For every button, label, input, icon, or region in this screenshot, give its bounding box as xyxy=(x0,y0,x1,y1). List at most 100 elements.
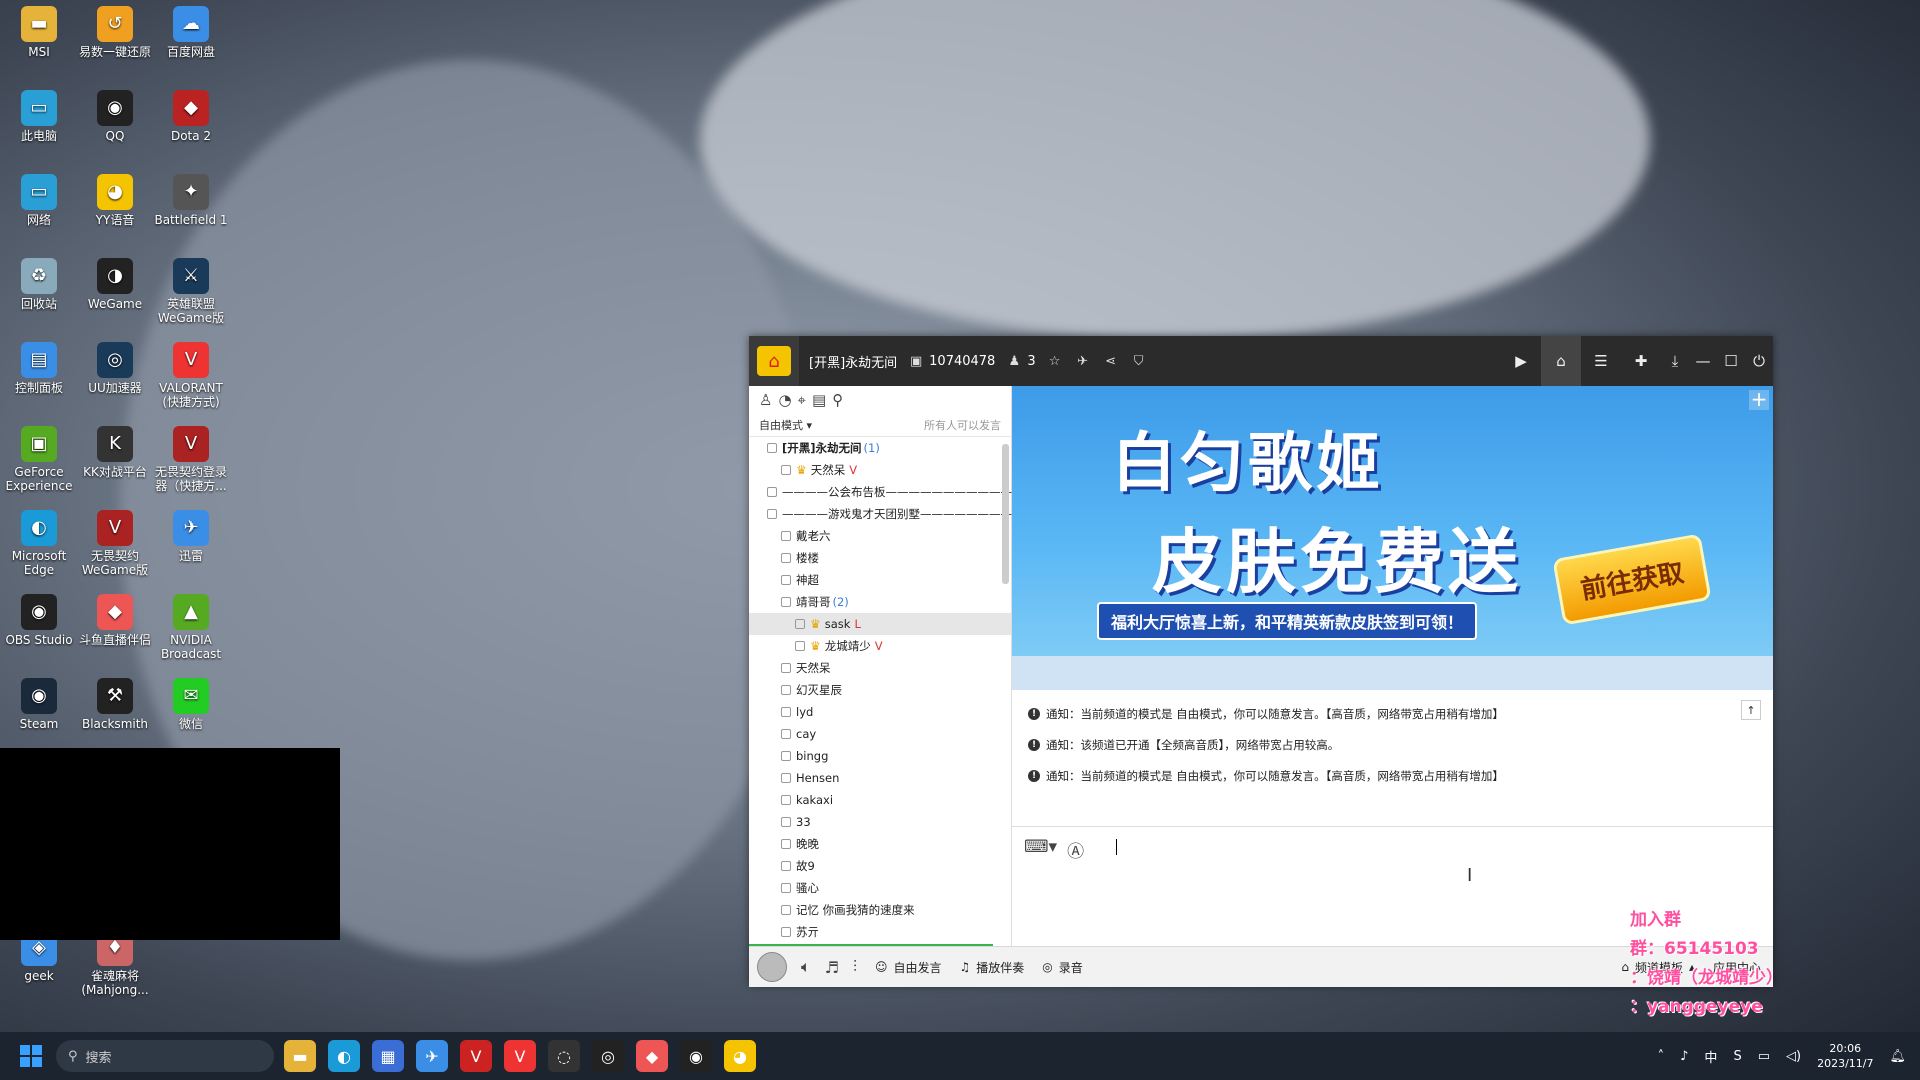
desktop-icon[interactable]: ⚔ 英雄联盟WeGame版 xyxy=(154,258,228,325)
desktop-icon[interactable]: ▬ MSI xyxy=(2,6,76,59)
search-icon[interactable]: ⚲ xyxy=(832,391,843,409)
video-icon[interactable]: ▶ xyxy=(1501,336,1541,386)
maximize-button[interactable]: ☐ xyxy=(1717,336,1745,386)
speaker-icon[interactable]: 🔈︎ xyxy=(801,957,811,977)
valorant-icon[interactable]: V xyxy=(460,1040,492,1072)
star-icon[interactable]: ☆ xyxy=(1046,352,1064,370)
tree-row[interactable]: ♛ 天然呆 V xyxy=(749,459,1011,481)
tree-row[interactable]: ♛ 龙城靖少 V xyxy=(749,635,1011,657)
notes-icon[interactable]: ▤ xyxy=(812,391,826,409)
desktop-icon[interactable]: K KK对战平台 xyxy=(78,426,152,479)
ime-indicator[interactable]: 中 xyxy=(1704,1047,1717,1066)
tree-row[interactable]: 33 xyxy=(749,811,1011,833)
desktop-icon[interactable]: ☁ 百度网盘 xyxy=(154,6,228,59)
mode-dropdown[interactable]: 自由模式 ▾ xyxy=(759,417,812,433)
desktop-icon[interactable]: ↺ 易数一键还原 xyxy=(78,6,152,59)
desktop-icon[interactable]: ▭ 此电脑 xyxy=(2,90,76,143)
avatar[interactable] xyxy=(757,952,787,982)
yy-icon[interactable]: ◕ xyxy=(724,1040,756,1072)
download-icon[interactable]: ⤓ xyxy=(1661,336,1689,386)
desktop-icon[interactable]: ◐ Microsoft Edge xyxy=(2,510,76,577)
mixer-icon[interactable]: ⫶ xyxy=(853,957,857,977)
app-circle-icon[interactable]: ◌ xyxy=(548,1040,580,1072)
minimize-button[interactable]: — xyxy=(1689,336,1717,386)
shield-icon[interactable]: ⛉ xyxy=(1130,352,1148,370)
desktop-icon[interactable]: ✦ Battlefield 1 xyxy=(154,174,228,227)
list-icon[interactable]: ☰ xyxy=(1581,336,1621,386)
qq-icon[interactable]: ◉ xyxy=(680,1040,712,1072)
desktop-icon[interactable]: ✉ 微信 xyxy=(154,678,228,731)
tree-row[interactable]: 楼楼 xyxy=(749,547,1011,569)
record-button[interactable]: ◎ 录音 xyxy=(1042,959,1083,976)
tree-row[interactable]: 苏亓 xyxy=(749,921,1011,943)
desktop-icon[interactable]: ◕ YY语音 xyxy=(78,174,152,227)
tree-row[interactable]: 晚晚 xyxy=(749,833,1011,855)
tree-row[interactable]: 戴老六 xyxy=(749,525,1011,547)
desktop-icon[interactable]: ♦ 雀魂麻将(Mahjong... xyxy=(78,930,152,997)
tree-row[interactable]: Hensen xyxy=(749,767,1011,789)
share-icon[interactable]: ⋖ xyxy=(1102,352,1120,370)
thunder-icon[interactable]: ✈ xyxy=(416,1040,448,1072)
location-icon[interactable]: ⌖ xyxy=(798,391,806,409)
file-explorer-icon[interactable]: ▬ xyxy=(284,1040,316,1072)
tree-row[interactable]: 天然呆 xyxy=(749,657,1011,679)
desktop-icon[interactable]: ♻ 回收站 xyxy=(2,258,76,311)
desktop-icon[interactable]: V VALORANT (快捷方式) xyxy=(154,342,228,409)
desktop-icon[interactable]: ▣ GeForce Experience xyxy=(2,426,76,493)
tree-row[interactable]: 骚心 xyxy=(749,877,1011,899)
mic-tray-icon[interactable]: ♪ xyxy=(1680,1049,1688,1064)
desktop-icon[interactable]: ⚒ Blacksmith xyxy=(78,678,152,731)
clock[interactable]: 20:06 2023/11/7 xyxy=(1817,1041,1873,1071)
tree-scrollbar[interactable] xyxy=(1002,444,1009,584)
notification-icon[interactable]: 🔔︎ xyxy=(1889,1049,1906,1064)
tree-row[interactable]: 幻灭星辰 xyxy=(749,679,1011,701)
tree-row[interactable]: 故9 xyxy=(749,855,1011,877)
emoji-gamepad-icon[interactable]: ⌨▾ xyxy=(1024,837,1057,862)
desktop-icon[interactable]: ◆ Dota 2 xyxy=(154,90,228,143)
desktop-icon[interactable]: ◆ 斗鱼直播伴侣 xyxy=(78,594,152,647)
channel-logo[interactable]: ⌂ xyxy=(749,336,799,386)
play-music-button[interactable]: ♫ 播放伴奏 xyxy=(960,959,1025,976)
mic-icon[interactable]: ♬ xyxy=(825,958,839,977)
chevron-up-icon[interactable]: ˄ xyxy=(1658,1049,1665,1064)
tree-row[interactable]: ♛ sask L xyxy=(749,613,1011,635)
taskbar-search[interactable]: ⚲ 搜索 xyxy=(56,1040,274,1072)
scroll-top-icon[interactable]: ↑ xyxy=(1741,700,1761,720)
desktop-icon[interactable]: ◉ QQ xyxy=(78,90,152,143)
tree-row[interactable]: ————公会布告板———————————— xyxy=(749,481,1024,503)
gamepad-icon[interactable]: ✚ xyxy=(1621,336,1661,386)
headset-icon[interactable]: ◔ xyxy=(778,391,791,409)
store-icon[interactable]: ▦ xyxy=(372,1040,404,1072)
douyu-icon[interactable]: ◆ xyxy=(636,1040,668,1072)
desktop-icon[interactable]: V 无畏契约WeGame版 xyxy=(78,510,152,577)
tree-row[interactable]: ————游戏鬼才天团别墅—————————(2) xyxy=(749,503,1042,525)
volume-icon[interactable]: ◁) xyxy=(1786,1049,1801,1064)
plus-icon[interactable]: + xyxy=(1749,389,1769,410)
sogou-icon[interactable]: S xyxy=(1733,1049,1741,1064)
desktop-icon[interactable]: ✈ 迅雷 xyxy=(154,510,228,563)
edge-icon[interactable]: ◐ xyxy=(328,1040,360,1072)
banner-cta-button[interactable]: 前往获取 xyxy=(1552,533,1712,626)
tree-row[interactable]: 记忆 你画我猜的速度来 xyxy=(749,899,1011,921)
tree-row[interactable]: 神超 xyxy=(749,569,1011,591)
font-icon[interactable]: Ⓐ xyxy=(1067,837,1084,862)
desktop-icon[interactable]: ▲ NVIDIA Broadcast xyxy=(154,594,228,661)
free-speak-button[interactable]: ☺ 自由发言 xyxy=(875,959,942,976)
tree-row[interactable]: 靖哥哥 (2) xyxy=(749,591,1011,613)
promo-banner[interactable]: 白匀歌姬 皮肤免费送 福利大厅惊喜上新，和平精英新款皮肤签到可领！ 前往获取 + xyxy=(1012,386,1773,656)
desktop-icon[interactable]: ◉ OBS Studio xyxy=(2,594,76,647)
person-icon[interactable]: ♙ xyxy=(759,391,772,409)
obs-icon[interactable]: ◎ xyxy=(592,1040,624,1072)
desktop-icon[interactable]: ◎ UU加速器 xyxy=(78,342,152,395)
power-button[interactable]: ⏻ xyxy=(1745,336,1773,386)
desktop-icon[interactable]: ▤ 控制面板 xyxy=(2,342,76,395)
desktop-icon[interactable]: V 无畏契约登录器（快捷方... xyxy=(154,426,228,493)
tree-row[interactable]: kakaxi xyxy=(749,789,1011,811)
home-icon[interactable]: ⌂ xyxy=(1541,336,1581,386)
tree-row[interactable]: lyd xyxy=(749,701,1011,723)
desktop-icon[interactable]: ◉ Steam xyxy=(2,678,76,731)
tree-row[interactable]: [开黑]永劫无间 (1) xyxy=(749,437,1011,459)
desktop-icon[interactable]: ◑ WeGame xyxy=(78,258,152,311)
plane-icon[interactable]: ✈ xyxy=(1074,352,1092,370)
tree-row[interactable]: bingg xyxy=(749,745,1011,767)
